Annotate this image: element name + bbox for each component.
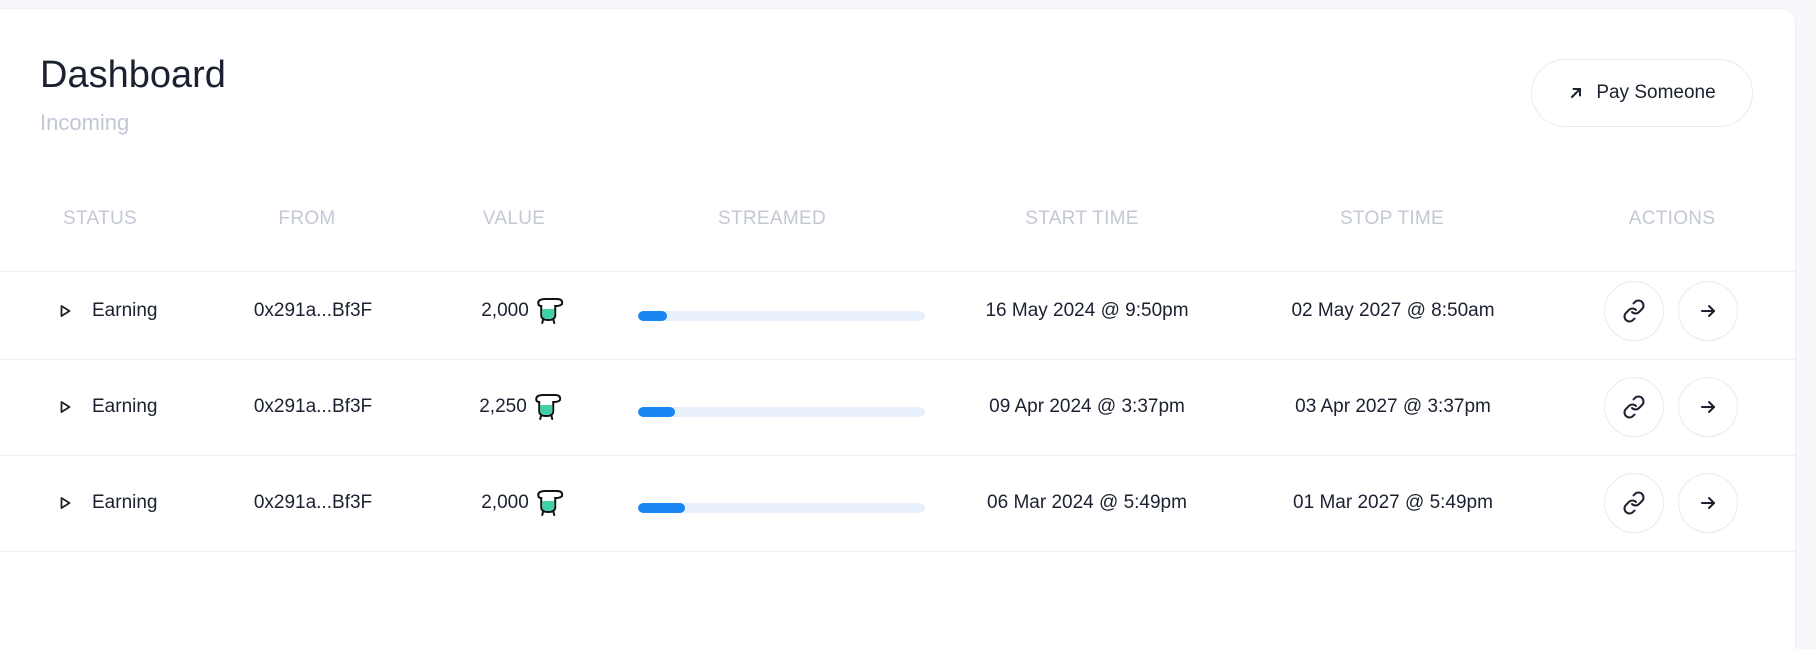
streamed-progress bbox=[638, 503, 925, 513]
value-cell: 2,250 bbox=[479, 359, 561, 455]
streamed-progress-fill bbox=[638, 407, 676, 417]
page-title: Dashboard bbox=[40, 54, 226, 96]
arrow-up-right-icon bbox=[1568, 85, 1584, 101]
open-stream-button[interactable] bbox=[1678, 377, 1738, 437]
from-address: 0x291a...Bf3F bbox=[253, 396, 373, 417]
pay-someone-button[interactable]: Pay Someone bbox=[1531, 59, 1753, 127]
link-icon bbox=[1622, 299, 1646, 323]
copy-link-button[interactable] bbox=[1604, 377, 1664, 437]
streamed-progress bbox=[638, 311, 925, 321]
status-text: Earning bbox=[92, 300, 158, 321]
token-icon bbox=[533, 394, 561, 420]
open-stream-button[interactable] bbox=[1678, 281, 1738, 341]
value-cell: 2,000 bbox=[481, 263, 563, 359]
value-amount: 2,250 bbox=[479, 396, 527, 417]
table-row[interactable]: Earning 0x291a...Bf3F 2,250 09 Apr 2024 … bbox=[0, 359, 1795, 456]
copy-link-button[interactable] bbox=[1604, 281, 1664, 341]
table-row[interactable]: Earning 0x291a...Bf3F 2,000 16 May 2024 … bbox=[0, 263, 1795, 360]
status-cell: Earning bbox=[52, 455, 158, 551]
start-time: 06 Mar 2024 @ 5:49pm bbox=[987, 492, 1187, 513]
play-icon[interactable] bbox=[52, 394, 78, 420]
value-amount: 2,000 bbox=[481, 492, 529, 513]
arrow-right-icon bbox=[1698, 301, 1718, 321]
streamed-progress bbox=[638, 407, 925, 417]
pay-someone-label: Pay Someone bbox=[1596, 82, 1716, 103]
value-amount: 2,000 bbox=[481, 300, 529, 321]
link-icon bbox=[1622, 395, 1646, 419]
column-header-streamed: STREAMED bbox=[718, 208, 826, 229]
status-cell: Earning bbox=[52, 263, 158, 359]
copy-link-button[interactable] bbox=[1604, 473, 1664, 533]
column-header-value: VALUE bbox=[482, 208, 546, 229]
column-header-start-time: START TIME bbox=[1025, 208, 1139, 229]
table-header: STATUS FROM VALUE STREAMED START TIME ST… bbox=[0, 201, 1795, 272]
link-icon bbox=[1622, 491, 1646, 515]
column-header-status: STATUS bbox=[63, 208, 137, 229]
column-header-from: FROM bbox=[278, 208, 336, 229]
table-row[interactable]: Earning 0x291a...Bf3F 2,000 06 Mar 2024 … bbox=[0, 455, 1795, 552]
dashboard-card: Dashboard Incoming Pay Someone STATUS FR… bbox=[0, 8, 1796, 649]
play-icon[interactable] bbox=[52, 490, 78, 516]
status-text: Earning bbox=[92, 492, 158, 513]
arrow-right-icon bbox=[1698, 493, 1718, 513]
open-stream-button[interactable] bbox=[1678, 473, 1738, 533]
page-subtitle: Incoming bbox=[40, 110, 130, 135]
column-header-stop-time: STOP TIME bbox=[1339, 208, 1445, 229]
status-cell: Earning bbox=[52, 359, 158, 455]
start-time: 16 May 2024 @ 9:50pm bbox=[985, 300, 1189, 321]
from-address: 0x291a...Bf3F bbox=[253, 300, 373, 321]
column-header-actions: ACTIONS bbox=[1628, 208, 1716, 229]
token-icon bbox=[535, 298, 563, 324]
value-cell: 2,000 bbox=[481, 455, 563, 551]
stop-time: 02 May 2027 @ 8:50am bbox=[1291, 300, 1495, 321]
stop-time: 03 Apr 2027 @ 3:37pm bbox=[1295, 396, 1491, 417]
token-icon bbox=[535, 490, 563, 516]
streamed-progress-fill bbox=[638, 311, 667, 321]
status-text: Earning bbox=[92, 396, 158, 417]
arrow-right-icon bbox=[1698, 397, 1718, 417]
streamed-progress-fill bbox=[638, 503, 686, 513]
stop-time: 01 Mar 2027 @ 5:49pm bbox=[1293, 492, 1493, 513]
from-address: 0x291a...Bf3F bbox=[253, 492, 373, 513]
play-icon[interactable] bbox=[52, 298, 78, 324]
start-time: 09 Apr 2024 @ 3:37pm bbox=[989, 396, 1185, 417]
